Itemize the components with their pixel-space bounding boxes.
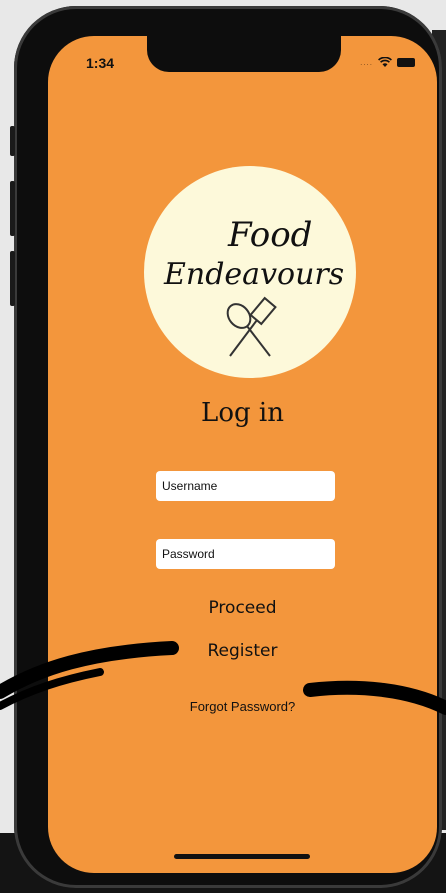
status-time: 1:34 <box>86 55 115 71</box>
utensils-icon <box>226 296 277 357</box>
app-screen: 1:34 .... Food Endeavours Log in Usernam… <box>48 36 437 873</box>
signal-dots: .... <box>360 58 373 67</box>
status-icons: .... <box>360 57 415 68</box>
logo-word-food: Food <box>227 215 312 255</box>
password-input[interactable] <box>156 539 335 569</box>
food-endeavours-logo: Food Endeavours <box>144 166 356 378</box>
logo-word-endeavours: Endeavours <box>163 257 344 292</box>
home-indicator <box>174 854 310 859</box>
notch <box>147 36 341 72</box>
register-button[interactable]: Register <box>48 641 437 661</box>
volume-up-button <box>10 181 15 236</box>
mute-switch <box>10 126 15 156</box>
battery-icon <box>397 58 415 67</box>
username-input[interactable] <box>156 471 335 501</box>
phone-frame: 1:34 .... Food Endeavours Log in Usernam… <box>10 6 442 888</box>
proceed-button[interactable]: Proceed <box>48 598 437 618</box>
forgot-password-link[interactable]: Forgot Password? <box>48 699 437 714</box>
volume-down-button <box>10 251 15 306</box>
login-title: Log in <box>201 398 284 428</box>
wifi-icon <box>378 57 392 67</box>
